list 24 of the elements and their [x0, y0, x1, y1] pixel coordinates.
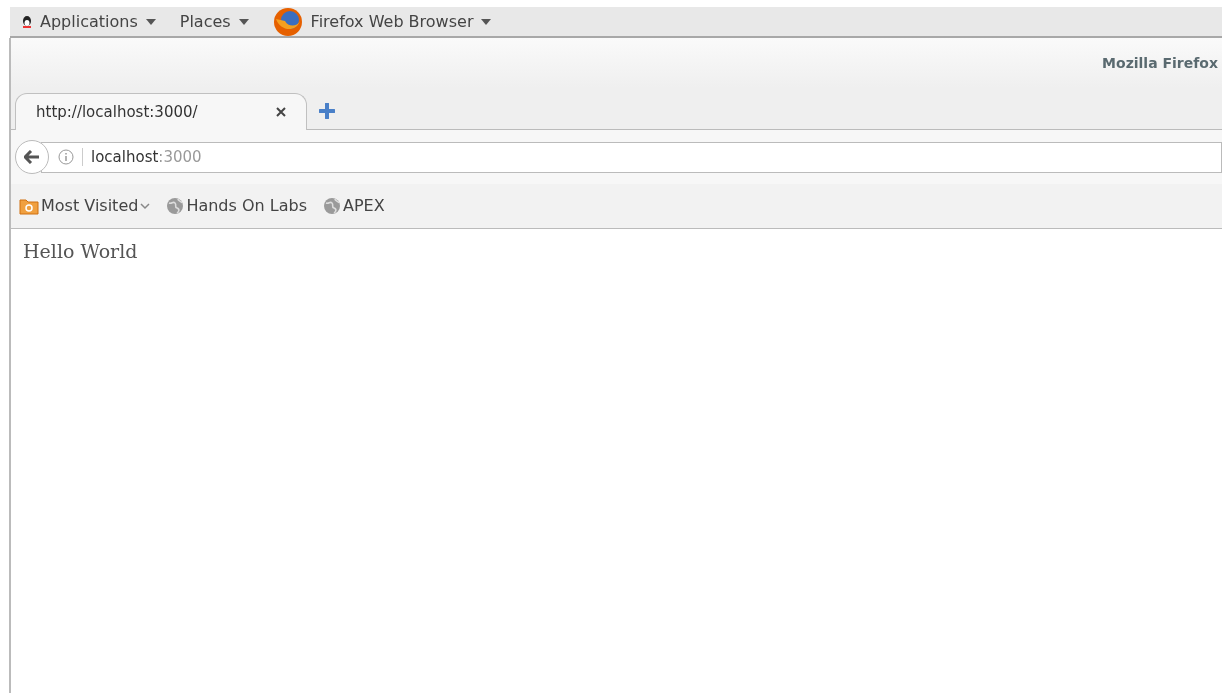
window-title: Mozilla Firefox	[1102, 53, 1218, 73]
new-tab-icon[interactable]	[319, 103, 335, 119]
bookmark-item[interactable]: Most Visited	[19, 194, 151, 218]
caret-icon	[238, 18, 249, 25]
folder-icon	[19, 197, 39, 215]
penguin-icon	[22, 15, 32, 28]
globe-icon	[323, 197, 341, 215]
bookmark-item[interactable]: APEX	[323, 194, 385, 218]
close-icon[interactable]	[276, 107, 286, 117]
caret-icon	[145, 18, 156, 25]
panel-menu[interactable]: Applications	[22, 9, 156, 34]
panel-menu[interactable]: Firefox Web Browser	[272, 6, 492, 37]
globe-icon	[166, 197, 185, 215]
page-text: Hello World	[23, 239, 139, 264]
panel-menu[interactable]: Places	[179, 9, 249, 34]
bookmark-item[interactable]: Hands On Labs	[166, 194, 307, 218]
caret-icon	[481, 18, 492, 25]
browser-tab[interactable]: http://localhost:3000/	[15, 93, 307, 130]
firefox-logo-icon	[272, 6, 303, 37]
url-text: localhost:3000	[91, 146, 202, 168]
address-field[interactable]: localhost:3000	[41, 141, 1222, 173]
back-arrow-icon	[24, 150, 40, 164]
back-button[interactable]	[15, 140, 49, 174]
chevron-down-icon	[140, 202, 151, 210]
